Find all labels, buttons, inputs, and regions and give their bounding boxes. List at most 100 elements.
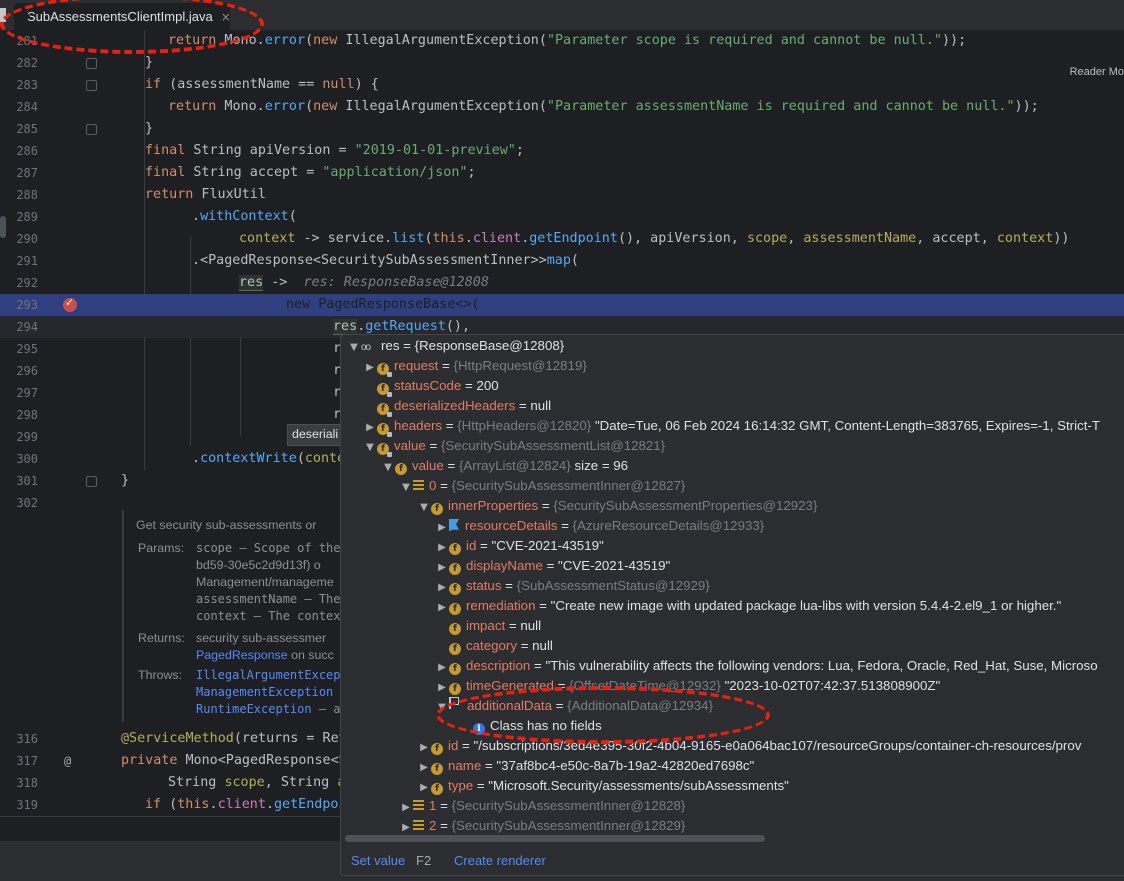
var-name: displayName (466, 558, 543, 573)
var-value: null (520, 618, 542, 633)
fold-marker-icon[interactable] (86, 124, 97, 135)
var-name: name (448, 758, 482, 773)
tree-node-request[interactable]: ▶ f request = {HttpRequest@12819} (363, 356, 587, 378)
expand-arrow-icon[interactable]: ▶ (435, 658, 449, 678)
expand-arrow-icon[interactable]: ▶ (435, 678, 449, 698)
field-icon: f (449, 643, 461, 655)
list-element-icon (413, 820, 424, 830)
tree-node-value[interactable]: ▼ f value = {SecuritySubAssessmentList@128… (363, 436, 666, 458)
collapse-arrow-icon[interactable]: ▼ (363, 438, 377, 458)
collapse-arrow-icon[interactable]: ▼ (381, 458, 395, 478)
var-ref: {HttpHeaders@12820} (457, 418, 592, 433)
fold-marker-icon[interactable] (86, 476, 97, 487)
fold-marker-icon[interactable] (86, 58, 97, 69)
horizontal-scrollbar[interactable] (345, 835, 765, 842)
expand-arrow-icon[interactable]: ▶ (417, 758, 431, 778)
tree-node-headers[interactable]: ▶ f headers = {HttpHeaders@12820} "Date=Tu… (363, 416, 1100, 438)
var-value: "Create new image with updated package l… (550, 598, 1062, 613)
code-text: if (this.client.getEndpoi (145, 797, 347, 812)
tree-node-deserialized-headers[interactable]: f deserializedHeaders = null (377, 396, 552, 417)
code-text: @ServiceMethod(returns = Ret (121, 731, 347, 746)
expand-arrow-icon[interactable]: ▶ (435, 518, 449, 538)
tree-node-name[interactable]: ▶ f name = "37af8bc4-e50c-8a7b-19a2-42820e… (417, 756, 754, 776)
implementation-gutter-icon[interactable]: @ (64, 750, 71, 772)
var-value: "CVE-2021-43519" (558, 558, 671, 573)
var-value: "37af8bc4-e50c-8a7b-19a2-42820ed7698c" (496, 758, 755, 773)
var-ref: {SecuritySubAssessmentList@12821} (440, 438, 666, 453)
fold-marker-icon[interactable] (86, 80, 97, 91)
expand-arrow-icon[interactable]: ▶ (435, 538, 449, 558)
line-number: 298 (16, 408, 38, 422)
tree-node-value-list[interactable]: ▼ f value = {ArrayList@12824} size = 96 (381, 456, 628, 476)
line-number: 284 (16, 100, 38, 114)
tree-node-index-0[interactable]: ▼ 0 = {SecuritySubAssessmentInner@12827} (399, 476, 685, 496)
code-text: return FluxUtil (145, 187, 266, 202)
code-line: 291 .<PagedResponse<SecuritySubAssessmen… (0, 250, 1124, 272)
tree-node-index-1[interactable]: ▶ 1 = {SecuritySubAssessmentInner@12828} (399, 796, 685, 816)
expand-arrow-icon[interactable]: ▶ (363, 358, 377, 378)
field-icon: f (377, 423, 392, 437)
var-name: 2 (429, 818, 437, 833)
field-icon: f (377, 363, 392, 377)
var-value: null (530, 398, 552, 413)
expand-arrow-icon[interactable]: ▶ (417, 778, 431, 798)
doc-param-context: context – The context (196, 609, 348, 623)
expand-arrow-icon[interactable]: ▶ (363, 418, 377, 438)
line-number: 302 (16, 496, 38, 510)
javadoc-render: Get security sub-assessments or Params: … (122, 510, 355, 722)
tree-node-category[interactable]: f category = null (449, 636, 553, 656)
field-icon: f (377, 383, 392, 397)
var-value: "2023-10-02T07:42:37.513808900Z" (724, 678, 941, 693)
tree-node-inner-properties[interactable]: ▼ f innerProperties = {SecuritySubAssessme… (417, 496, 817, 516)
tree-node-id[interactable]: ▶ f id = "CVE-2021-43519" (435, 536, 604, 556)
tree-node-status-code[interactable]: f statusCode = 200 (377, 376, 499, 397)
collapse-arrow-icon[interactable]: ▼ (417, 498, 431, 518)
expand-arrow-icon[interactable]: ▶ (435, 558, 449, 578)
watch-glasses-icon: oo (361, 342, 371, 353)
doc-link-runtime-exception[interactable]: RuntimeException (196, 702, 312, 716)
field-icon: f (377, 443, 392, 457)
annotation-circle-additional-data (436, 686, 770, 744)
code-text: return Mono.error(new IllegalArgumentExc… (168, 99, 1039, 114)
line-number: 292 (16, 276, 38, 290)
var-ref: {AzureResourceDetails@12933} (572, 518, 765, 533)
doc-link-paged-response[interactable]: PagedResponse (196, 648, 288, 662)
expand-arrow-icon[interactable]: ▶ (435, 578, 449, 598)
tree-node-display-name[interactable]: ▶ f displayName = "CVE-2021-43519" (435, 556, 670, 576)
breakpoint-icon[interactable] (63, 296, 77, 312)
set-value-link[interactable]: Set value (351, 853, 405, 868)
create-renderer-link[interactable]: Create renderer (454, 853, 546, 868)
tree-node-description[interactable]: ▶ f description = "This vulnerability affe… (435, 656, 1098, 676)
tree-root-res[interactable]: ▼ oo res = {ResponseBase@12808} (347, 336, 564, 356)
line-number: 296 (16, 364, 38, 378)
expand-arrow-icon[interactable]: ▶ (399, 798, 413, 818)
doc-returns-label: Returns: (138, 631, 185, 645)
collapse-arrow-icon[interactable]: ▼ (347, 338, 361, 358)
var-name: remediation (466, 598, 536, 613)
inline-debug-hint: res: ResponseBase@12808 (303, 275, 489, 290)
var-eq: = (399, 338, 415, 353)
debug-variables-popup[interactable]: ▼ oo res = {ResponseBase@12808} ▶ f request … (340, 334, 1124, 876)
tree-node-status[interactable]: ▶ f status = {SubAssessmentStatus@12929} (435, 576, 710, 596)
tree-node-type[interactable]: ▶ f type = "Microsoft.Security/assessments… (417, 776, 789, 796)
code-text: new PagedResponseBase<>( (286, 297, 480, 312)
var-ref: {ResponseBase@12808} (414, 338, 565, 353)
code-line: 283 if (assessmentName == null) { (0, 74, 1124, 96)
expand-arrow-icon[interactable]: ▶ (417, 738, 431, 758)
var-ref: {SecuritySubAssessmentInner@12829} (451, 818, 686, 833)
field-icon: f (431, 503, 443, 515)
tree-node-impact[interactable]: f impact = null (449, 616, 541, 636)
doc-link-management-exception[interactable]: ManagementException (196, 685, 333, 699)
line-number: 316 (16, 732, 38, 746)
collapse-arrow-icon[interactable]: ▼ (399, 478, 413, 498)
code-line: 290 context -> service.list(this.client.… (0, 228, 1124, 250)
var-value: 200 (476, 378, 499, 393)
tree-node-resource-details[interactable]: ▶ resourceDetails = {AzureResourceDetails… (435, 516, 764, 536)
var-value: "CVE-2021-43519" (491, 538, 604, 553)
tree-node-remediation[interactable]: ▶ f remediation = "Create new image with u… (435, 596, 1061, 616)
popup-footer: Set value F2 Create renderer (341, 851, 1124, 875)
expand-arrow-icon[interactable]: ▶ (435, 598, 449, 618)
doc-link-illegal-argument[interactable]: IllegalArgumentExcept (196, 668, 348, 682)
field-icon: f (449, 583, 461, 595)
tree-node-index-2[interactable]: ▶ 2 = {SecuritySubAssessmentInner@12829} (399, 816, 685, 836)
